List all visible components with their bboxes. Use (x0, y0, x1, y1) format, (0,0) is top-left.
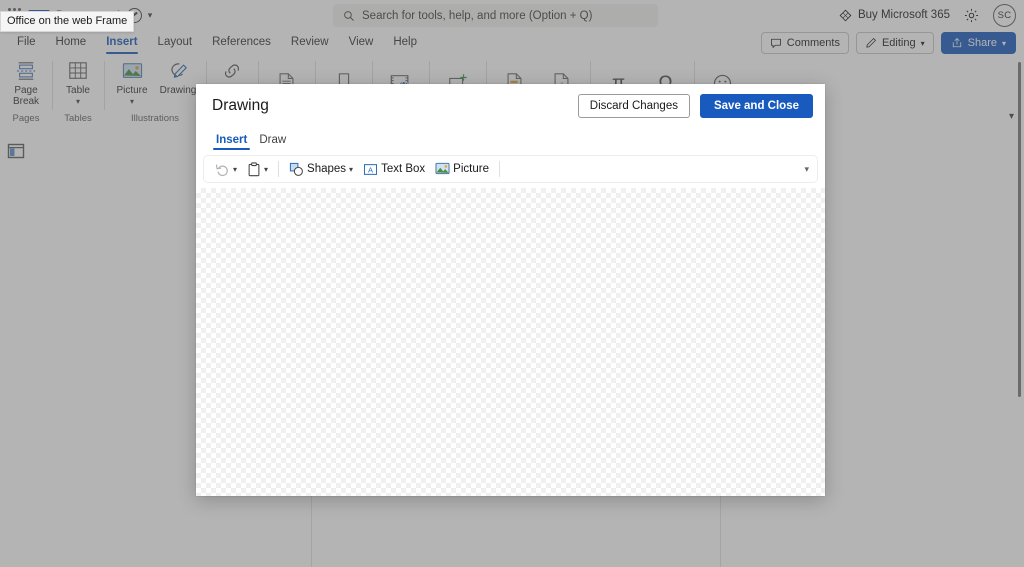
ribbon-tab-strip: File Home Insert Layout References Revie… (0, 30, 1024, 55)
app-root: W Document 4 ▾ Search for tools, help, a… (0, 0, 1024, 567)
tab-file[interactable]: File (8, 33, 45, 52)
table-label: Table (66, 85, 90, 96)
comment-icon (770, 37, 782, 49)
tab-review[interactable]: Review (282, 33, 338, 52)
buy-microsoft-365-label: Buy Microsoft 365 (858, 9, 950, 21)
drawing-label: Drawing (160, 85, 197, 96)
title-bar: W Document 4 ▾ Search for tools, help, a… (0, 0, 1024, 30)
paste-button[interactable]: ▾ (242, 159, 273, 180)
dialog-toolbar: ▾ ▾ Shapes ▾ (204, 156, 817, 182)
navigation-pane-button[interactable] (5, 140, 27, 162)
tab-layout[interactable]: Layout (149, 33, 202, 52)
picture-label-dialog: Picture (453, 163, 489, 175)
left-rail (0, 128, 32, 567)
frame-tooltip: Office on the web Frame (0, 11, 134, 32)
picture-icon (121, 59, 144, 83)
ribbon-group-illustrations: Picture ▾ Drawing I (104, 55, 206, 128)
shapes-label: Shapes (307, 163, 346, 175)
picture-icon (435, 162, 450, 176)
save-and-close-button[interactable]: Save and Close (700, 94, 813, 118)
tab-view[interactable]: View (340, 33, 383, 52)
pencil-icon (865, 37, 877, 49)
drawing-dialog: Drawing Discard Changes Save and Close I… (196, 84, 825, 496)
editing-mode-button[interactable]: Editing ▾ (856, 32, 934, 54)
chevron-down-icon[interactable]: ▾ (76, 98, 80, 105)
gear-icon[interactable] (964, 8, 979, 23)
drawing-button[interactable]: Drawing (155, 55, 201, 96)
table-button[interactable]: Table ▾ (57, 55, 99, 105)
ribbon-group-tables: Table ▾ Tables (52, 55, 104, 128)
avatar-initials: SC (998, 10, 1012, 21)
picture-button-dialog[interactable]: Picture (430, 159, 494, 180)
chevron-down-icon[interactable]: ▾ (148, 10, 153, 21)
ribbon-actions: Comments Editing ▾ Share ▾ (761, 32, 1016, 54)
undo-icon (215, 162, 230, 177)
chevron-down-icon[interactable]: ▾ (130, 98, 134, 105)
drawing-canvas[interactable] (196, 188, 825, 496)
tab-home[interactable]: Home (47, 33, 96, 52)
link-icon (221, 59, 243, 83)
chevron-down-icon[interactable]: ▾ (349, 165, 353, 174)
paste-icon (247, 162, 261, 177)
page-break-button[interactable]: Page Break (5, 55, 47, 107)
chevron-down-icon[interactable]: ▾ (233, 165, 237, 174)
shapes-icon (289, 162, 304, 177)
dialog-tab-draw[interactable]: Draw (255, 134, 290, 150)
page-break-label: Page Break (5, 85, 47, 107)
share-button[interactable]: Share ▾ (941, 32, 1016, 54)
comments-button[interactable]: Comments (761, 32, 849, 54)
navigation-pane-icon (7, 142, 25, 160)
discard-changes-button[interactable]: Discard Changes (578, 94, 690, 118)
undo-button[interactable]: ▾ (210, 159, 242, 180)
vertical-scrollbar[interactable] (1018, 62, 1021, 397)
editing-label: Editing (882, 37, 916, 49)
ribbon-collapse-button[interactable]: ▾ (1009, 111, 1014, 122)
text-box-label: Text Box (381, 163, 425, 175)
toolbar-divider (278, 161, 279, 177)
page-break-icon (15, 59, 37, 83)
title-bar-right: Buy Microsoft 365 SC (839, 0, 1016, 30)
tab-insert[interactable]: Insert (97, 33, 146, 52)
search-icon (343, 10, 355, 22)
text-box-icon: A (363, 162, 378, 177)
share-label: Share (968, 37, 997, 49)
dialog-header: Drawing Discard Changes Save and Close (196, 84, 825, 127)
buy-microsoft-365-button[interactable]: Buy Microsoft 365 (839, 9, 950, 22)
ribbon-group-pages: Page Break Pages (0, 55, 52, 128)
dialog-tab-strip: Insert Draw (196, 127, 825, 150)
share-icon (951, 37, 963, 49)
chevron-down-icon: ▾ (1002, 39, 1006, 48)
ribbon-group-label-tables: Tables (64, 111, 91, 126)
diamond-icon (839, 9, 852, 22)
toolbar-divider-end (499, 161, 500, 177)
svg-text:A: A (368, 165, 373, 174)
dialog-title: Drawing (212, 97, 578, 115)
tab-help[interactable]: Help (384, 33, 426, 52)
drawing-icon (167, 59, 190, 83)
dialog-tab-insert[interactable]: Insert (212, 134, 251, 150)
chevron-down-icon: ▾ (921, 39, 925, 48)
picture-button[interactable]: Picture ▾ (109, 55, 155, 105)
search-placeholder: Search for tools, help, and more (Option… (362, 10, 592, 22)
table-icon (67, 59, 89, 83)
avatar[interactable]: SC (993, 4, 1016, 27)
chevron-down-icon[interactable]: ▾ (264, 165, 268, 174)
picture-label: Picture (116, 85, 147, 96)
text-box-button[interactable]: A Text Box (358, 159, 430, 180)
tab-references[interactable]: References (203, 33, 280, 52)
search-input[interactable]: Search for tools, help, and more (Option… (333, 4, 658, 27)
dialog-toolbar-collapse-button[interactable]: ▾ (804, 164, 809, 175)
ribbon-group-label-pages: Pages (13, 111, 40, 126)
comments-label: Comments (787, 37, 840, 49)
ribbon-group-label-illustrations: Illustrations (131, 111, 179, 126)
shapes-button[interactable]: Shapes ▾ (284, 159, 358, 180)
